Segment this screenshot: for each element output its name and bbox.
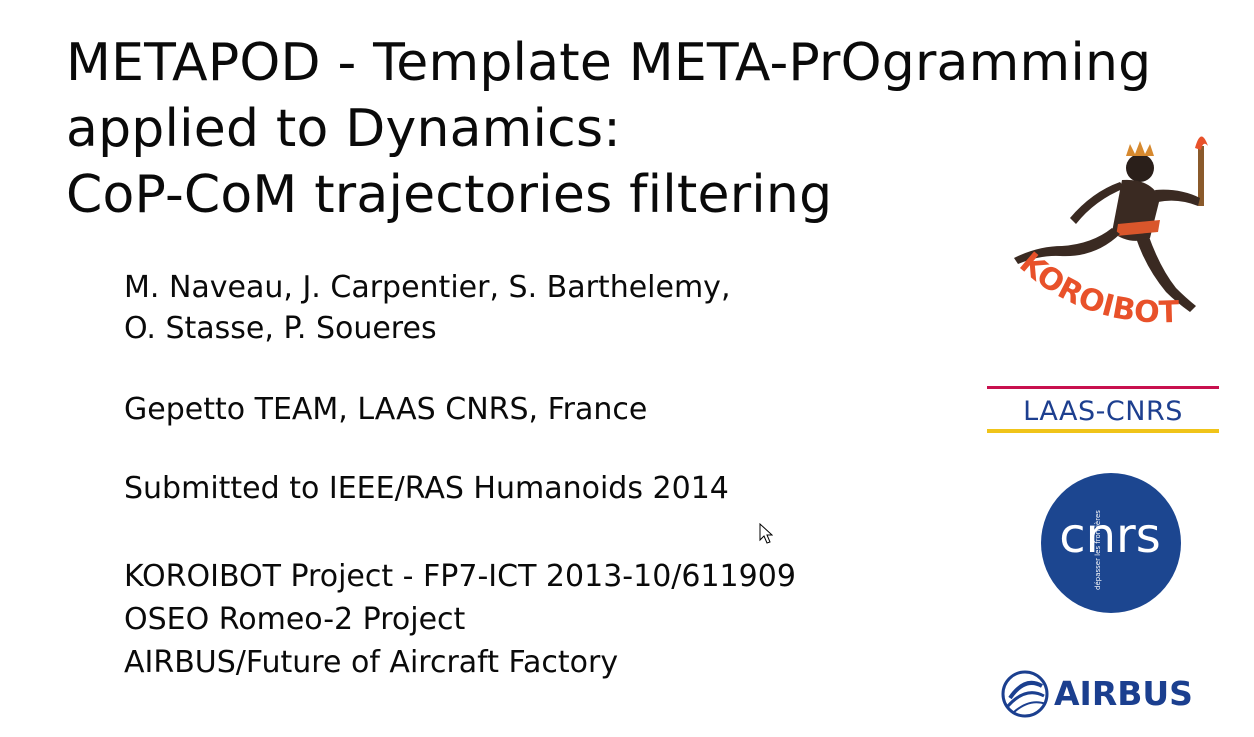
cnrs-logo: cnrs dépasser les frontières: [1041, 473, 1181, 613]
authors-line: O. Stasse, P. Soueres: [124, 311, 437, 346]
submission-text: Submitted to IEEE/RAS Humanoids 2014: [124, 471, 729, 506]
mouse-pointer-icon: [759, 523, 773, 544]
title-line: METAPOD - Template META-PrOgramming: [66, 33, 1152, 93]
laas-cnrs-logo: LAAS-CNRS: [987, 386, 1219, 433]
project-line: OSEO Romeo-2 Project: [124, 602, 466, 637]
authors-line: M. Naveau, J. Carpentier, S. Barthelemy,: [124, 270, 731, 305]
funding-projects: KOROIBOT Project - FP7-ICT 2013-10/61190…: [124, 555, 796, 684]
airbus-logo: AIRBUS: [1001, 670, 1193, 718]
laas-wordmark: LAAS-CNRS: [1023, 396, 1183, 427]
submission-note: Submitted to IEEE/RAS Humanoids 2014: [124, 468, 729, 510]
airbus-wordmark: AIRBUS: [1054, 674, 1193, 713]
koroibot-logo: KOROIBOT: [1013, 136, 1208, 331]
affiliation: Gepetto TEAM, LAAS CNRS, France: [124, 389, 647, 431]
project-line: AIRBUS/Future of Aircraft Factory: [124, 645, 619, 680]
project-line: KOROIBOT Project - FP7-ICT 2013-10/61190…: [124, 559, 796, 594]
cnrs-tagline: dépasser les frontières: [1094, 510, 1102, 590]
cnrs-wordmark: cnrs: [1059, 508, 1161, 564]
authors: M. Naveau, J. Carpentier, S. Barthelemy,…: [124, 267, 730, 349]
affiliation-text: Gepetto TEAM, LAAS CNRS, France: [124, 392, 648, 427]
